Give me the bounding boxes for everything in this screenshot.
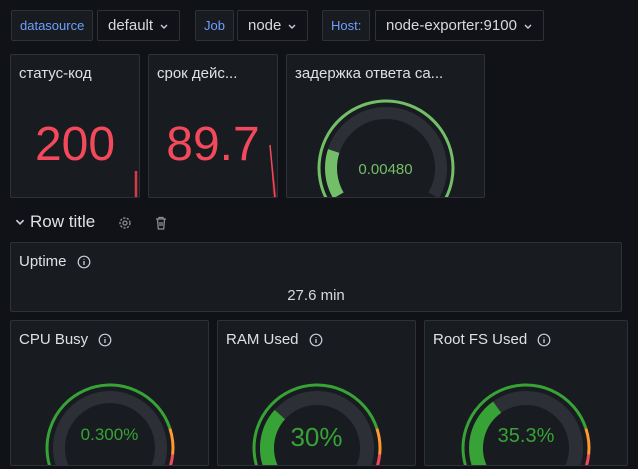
expiry-panel[interactable]: срок дейс... 89.7 xyxy=(148,54,278,198)
chevron-down-icon xyxy=(160,24,168,29)
chevron-down-icon xyxy=(288,24,296,29)
job-value: node xyxy=(248,17,282,34)
gear-icon[interactable] xyxy=(117,215,133,231)
sparkline xyxy=(134,171,138,197)
chevron-down-icon xyxy=(15,219,25,225)
gauge-track xyxy=(325,107,447,197)
chevron-down-icon xyxy=(524,24,532,29)
row-title-text: Row title xyxy=(30,212,96,231)
info-icon[interactable] xyxy=(77,255,91,269)
sparkline xyxy=(269,144,277,197)
latency-panel[interactable]: задержка ответа са... 0.00480 xyxy=(286,54,485,198)
job-select[interactable]: node xyxy=(237,10,309,41)
row-title[interactable]: Row title xyxy=(14,212,95,232)
host-label: Host: xyxy=(322,10,371,41)
datasource-select[interactable]: default xyxy=(97,10,181,41)
host-select[interactable]: node-exporter:9100 xyxy=(375,10,544,41)
ram-used-panel[interactable]: RAM Used 30% xyxy=(217,320,416,466)
uptime-panel[interactable]: Uptime 27.6 min xyxy=(10,242,622,312)
datasource-value: default xyxy=(108,17,154,34)
gauge-value: 0.00480 xyxy=(358,161,413,178)
gauge-value: 0.300% xyxy=(80,425,139,444)
cpu-busy-panel[interactable]: CPU Busy 0.300% xyxy=(10,320,209,466)
job-label: Job xyxy=(195,10,234,41)
gauge-value: 35.3% xyxy=(497,425,555,447)
panel-title: Uptime xyxy=(19,253,91,270)
trash-icon[interactable] xyxy=(153,215,169,231)
host-value: node-exporter:9100 xyxy=(386,17,517,34)
gauge-value: 30% xyxy=(290,422,343,452)
datasource-label: datasource xyxy=(11,10,94,41)
uptime-value: 27.6 min xyxy=(287,287,345,304)
status-code-panel[interactable]: статус-код 200 xyxy=(10,54,140,198)
root-fs-used-panel[interactable]: Root FS Used 35.3% xyxy=(424,320,628,466)
